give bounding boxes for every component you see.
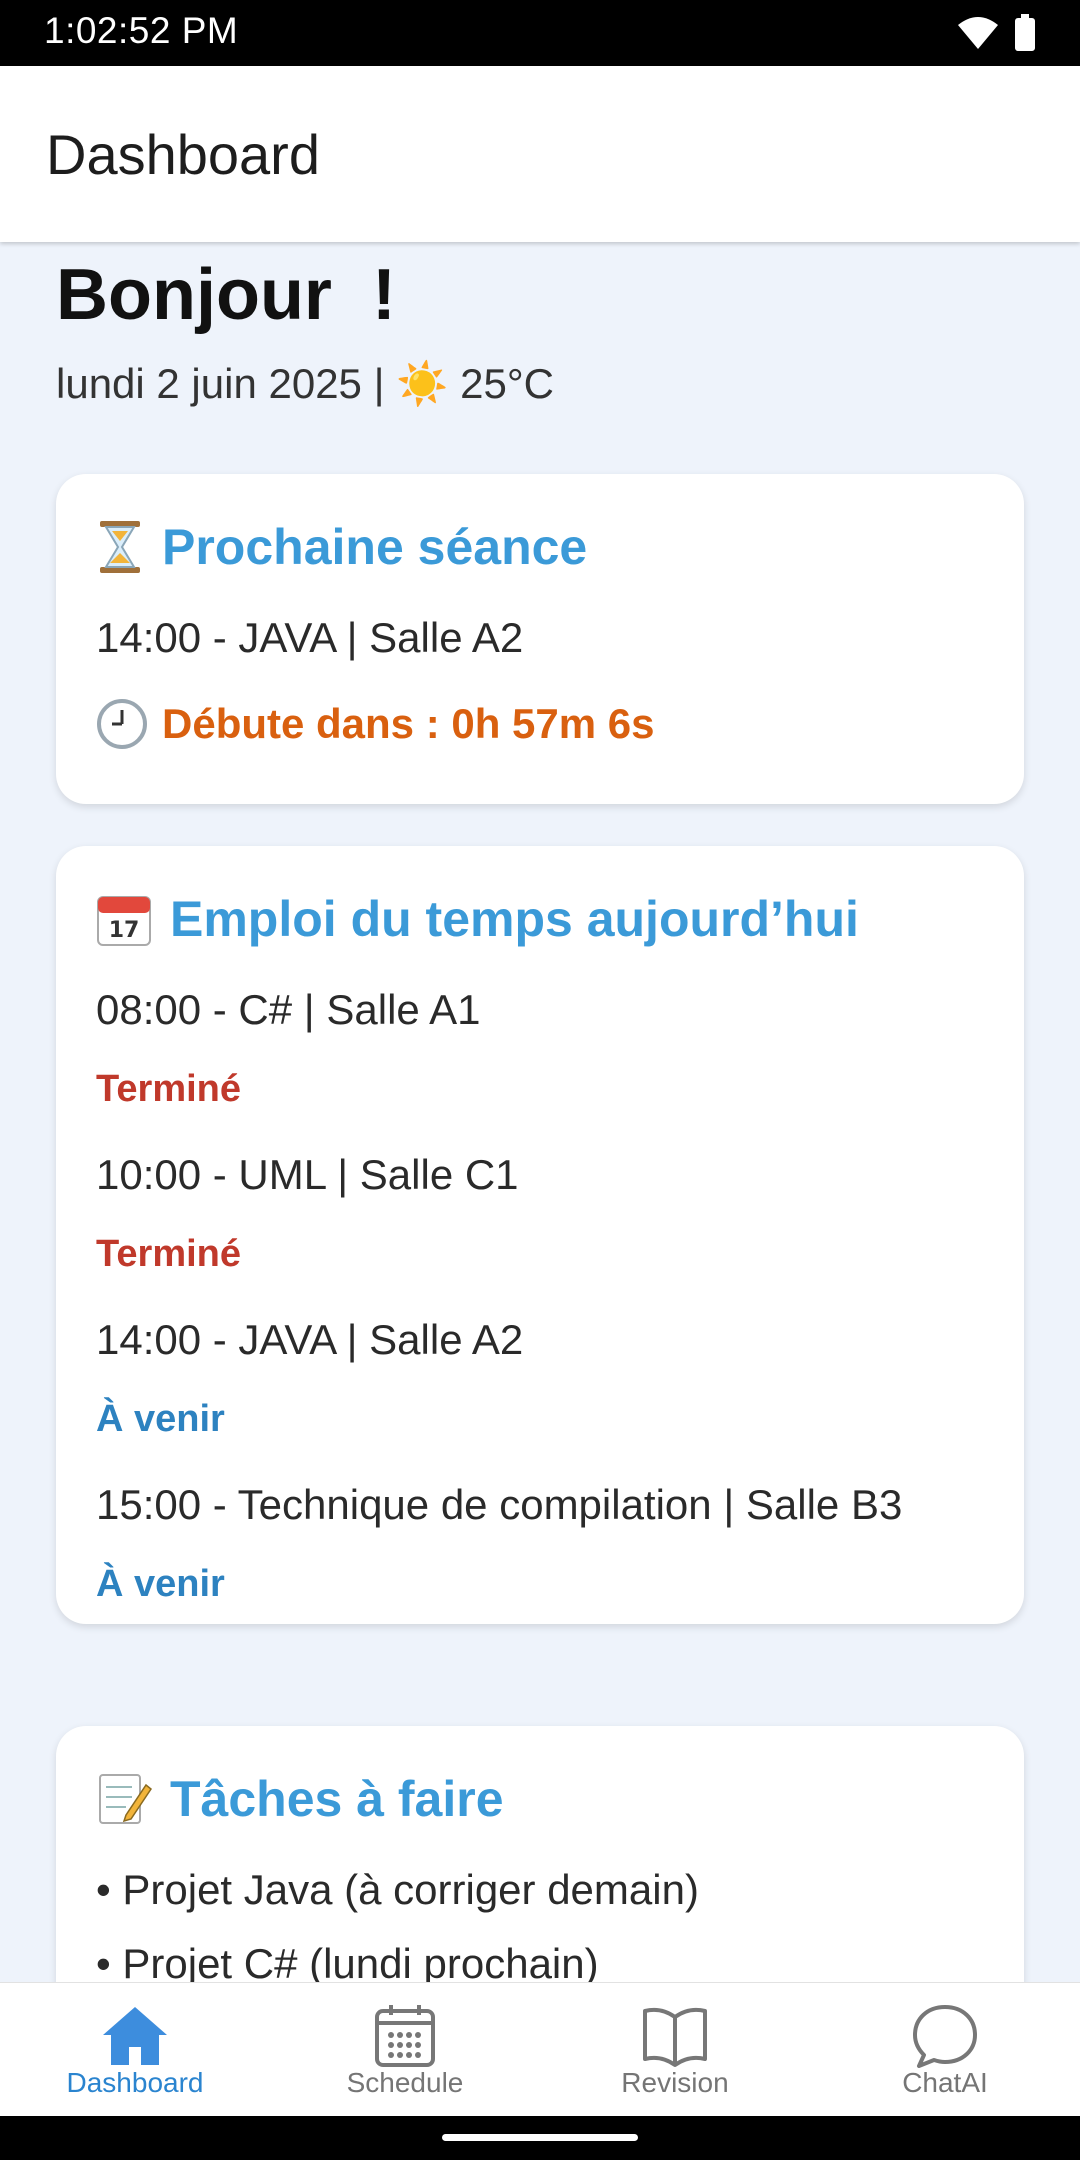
schedule-item-status: Terminé <box>96 1068 242 1110</box>
chat-bubble-icon <box>913 2005 977 2068</box>
page-title: Dashboard <box>46 123 320 186</box>
memo-icon <box>99 1774 152 1824</box>
clock-icon <box>97 699 147 749</box>
schedule-item-line: 08:00 - C# | Salle A1 <box>96 986 481 1033</box>
next-session-card[interactable]: Prochaine séance 14:00 - JAVA | Salle A2… <box>56 474 1024 804</box>
book-icon <box>643 2007 707 2067</box>
hourglass-icon <box>100 521 140 573</box>
schedule-header: 17 Emploi du temps aujourd’hui <box>96 890 859 948</box>
nav-dashboard[interactable]: Dashboard <box>0 1983 270 2117</box>
tasks-title: Tâches à faire <box>170 1771 504 1827</box>
status-bar: 1:02:52 PM <box>0 0 1080 66</box>
calendar-icon: 17 <box>97 896 151 946</box>
date-weather: lundi 2 juin 2025 | ☀️ 25°C <box>56 360 554 407</box>
schedule-item-line: 15:00 - Technique de compilation | Salle… <box>96 1481 903 1528</box>
countdown: Débute dans : 0h 57m 6s <box>96 698 655 750</box>
calendar-grid-icon <box>375 2005 435 2067</box>
nav-label: ChatAI <box>902 2067 988 2098</box>
tasks-card[interactable]: Tâches à faire • Projet Java (à corriger… <box>56 1726 1024 1982</box>
status-time: 1:02:52 PM <box>44 10 239 51</box>
status-icons <box>956 14 1036 52</box>
task-item: • Projet C# (lundi prochain) <box>96 1940 599 1982</box>
battery-icon <box>1015 14 1035 51</box>
countdown-text: Débute dans : 0h 57m 6s <box>162 700 655 747</box>
gesture-bar <box>0 2116 1080 2160</box>
nav-schedule[interactable]: Schedule <box>270 1983 540 2117</box>
dashboard-content[interactable]: Bonjour ! lundi 2 juin 2025 | ☀️ 25°C Pr… <box>0 242 1080 1982</box>
task-item: • Projet Java (à corriger demain) <box>96 1866 699 1913</box>
greeting: Bonjour ! <box>56 255 396 335</box>
schedule-item-line: 14:00 - JAVA | Salle A2 <box>96 1316 524 1363</box>
nav-revision[interactable]: Revision <box>540 1983 810 2117</box>
next-session-header: Prochaine séance <box>96 518 587 576</box>
schedule-card[interactable]: 17 Emploi du temps aujourd’hui 08:00 - C… <box>56 846 1024 1624</box>
nav-label: Dashboard <box>66 2067 204 2098</box>
schedule-item-status: Terminé <box>96 1233 242 1275</box>
app-bar: Dashboard <box>0 66 1080 242</box>
bottom-nav: Dashboard Schedule Revision ChatAI <box>0 1982 1080 2116</box>
nav-label: Schedule <box>346 2067 464 2098</box>
tasks-header: Tâches à faire <box>96 1770 504 1828</box>
nav-label: Revision <box>621 2067 729 2098</box>
schedule-item-status: À venir <box>96 1563 225 1605</box>
svg-text:17: 17 <box>109 918 140 943</box>
wifi-icon <box>958 17 998 49</box>
next-session-detail: 14:00 - JAVA | Salle A2 <box>96 614 524 661</box>
schedule-title: Emploi du temps aujourd’hui <box>170 891 859 947</box>
home-icon <box>103 2007 167 2065</box>
next-session-title: Prochaine séance <box>162 519 588 575</box>
schedule-item-line: 10:00 - UML | Salle C1 <box>96 1151 519 1198</box>
gesture-handle[interactable] <box>442 2134 638 2141</box>
nav-chatai[interactable]: ChatAI <box>810 1983 1080 2117</box>
schedule-item-status: À venir <box>96 1398 225 1440</box>
